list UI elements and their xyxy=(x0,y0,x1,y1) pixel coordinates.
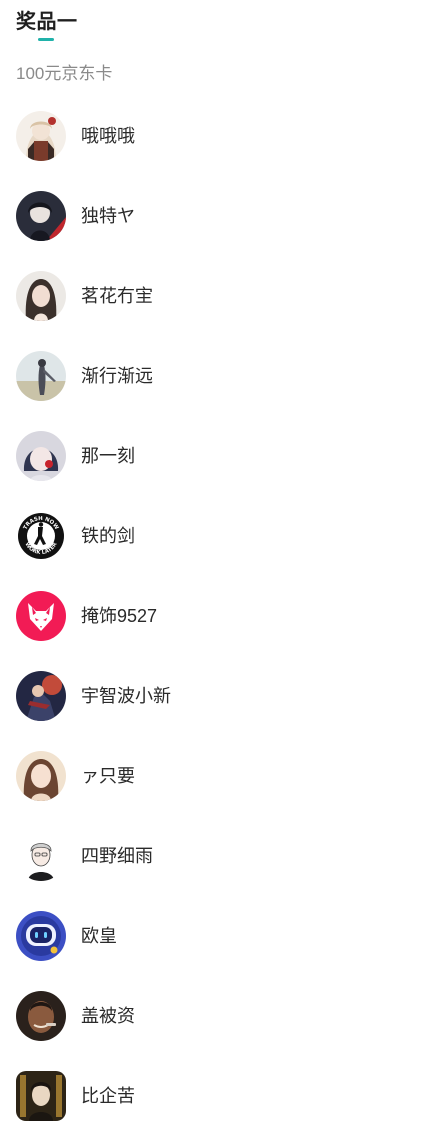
avatar xyxy=(16,671,66,721)
winner-name: ァ只要 xyxy=(81,766,135,786)
avatar xyxy=(16,191,66,241)
avatar xyxy=(16,991,66,1041)
avatar xyxy=(16,111,66,161)
winner-name: 欧皇 xyxy=(81,926,117,946)
winner-item: 哦哦哦 xyxy=(0,96,444,176)
winner-name: 比企苦 xyxy=(81,1086,135,1106)
avatar xyxy=(16,591,66,641)
winner-item: 那一刻 xyxy=(0,416,444,496)
winner-name: 宇智波小新 xyxy=(81,686,171,706)
winner-name: 盖被资 xyxy=(81,1006,135,1026)
avatar xyxy=(16,351,66,401)
avatar: TRASH NOW WORK LATER xyxy=(16,511,66,561)
winner-list: 哦哦哦 独特ヤ 茗花冇宔 渐行渐远 那一刻 TRASH NOW WORK LAT… xyxy=(0,96,444,1136)
winner-name: 渐行渐远 xyxy=(81,366,153,386)
prize-title: 奖品一 xyxy=(16,11,78,33)
winner-item: 比企苦 xyxy=(0,1056,444,1136)
winner-item: 四野细雨 xyxy=(0,816,444,896)
prize-name: 100元京东卡 xyxy=(16,64,113,83)
winner-item: 渐行渐远 xyxy=(0,336,444,416)
avatar xyxy=(16,831,66,881)
winner-item: 掩饰9527 xyxy=(0,576,444,656)
winner-item: 盖被资 xyxy=(0,976,444,1056)
winner-name: 那一刻 xyxy=(81,446,135,466)
winner-item: 独特ヤ xyxy=(0,176,444,256)
winner-name: 铁的剑 xyxy=(81,526,135,546)
winner-name: 掩饰9527 xyxy=(81,606,158,626)
winner-item: TRASH NOW WORK LATER 铁的剑 xyxy=(0,496,444,576)
winner-item: 宇智波小新 xyxy=(0,656,444,736)
avatar xyxy=(16,911,66,961)
winner-item: 欧皇 xyxy=(0,896,444,976)
avatar xyxy=(16,431,66,481)
winner-name: 茗花冇宔 xyxy=(81,286,153,306)
winner-item: ァ只要 xyxy=(0,736,444,816)
title-underline xyxy=(38,38,54,41)
avatar xyxy=(16,751,66,801)
winner-item: 茗花冇宔 xyxy=(0,256,444,336)
winner-name: 哦哦哦 xyxy=(81,126,135,146)
avatar xyxy=(16,271,66,321)
winner-name: 独特ヤ xyxy=(81,206,135,226)
winner-name: 四野细雨 xyxy=(81,846,153,866)
avatar xyxy=(16,1071,66,1121)
